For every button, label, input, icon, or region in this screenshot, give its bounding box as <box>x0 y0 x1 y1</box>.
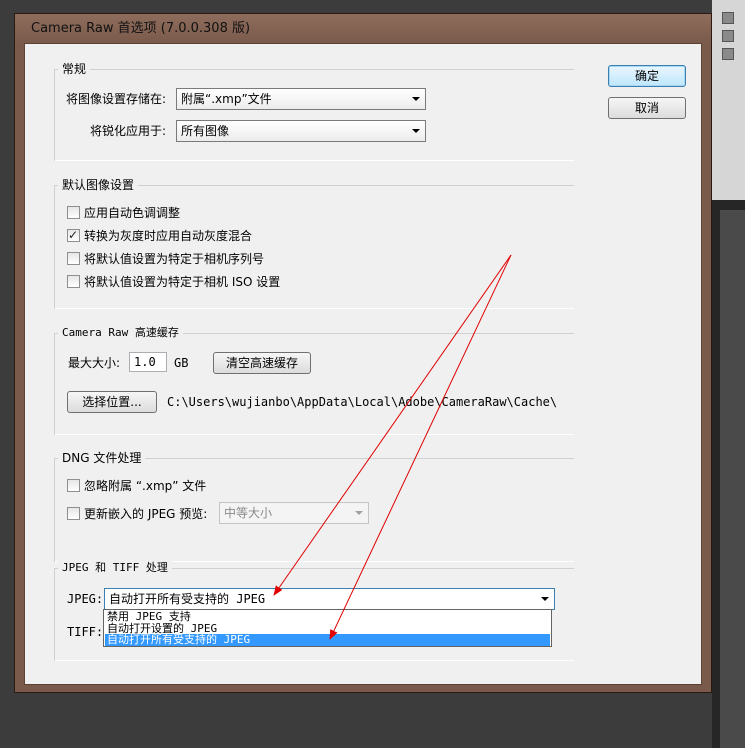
annotation-arrows <box>273 254 512 640</box>
arrow-to-selected-option <box>329 254 512 640</box>
arrow-to-jpeg-select <box>273 254 512 596</box>
